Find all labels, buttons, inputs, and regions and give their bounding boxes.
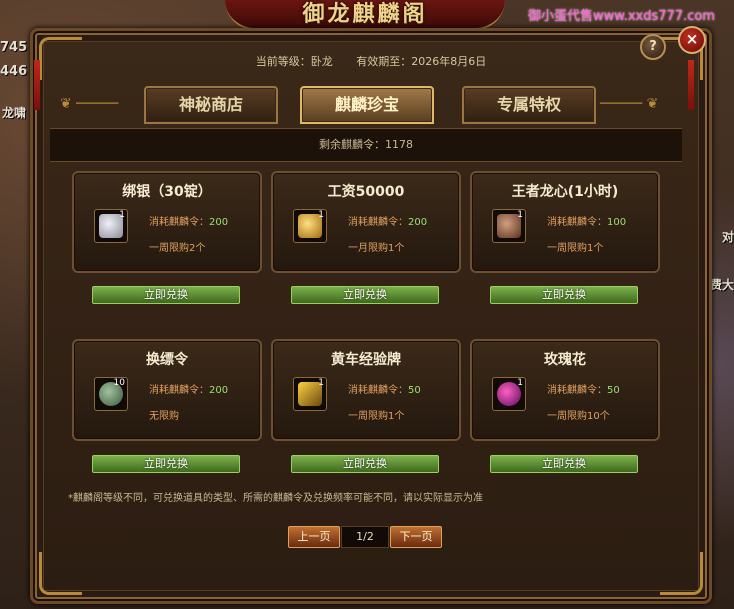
bg-number-2: 446 — [0, 64, 28, 79]
item-limit: 一周限购10个 — [547, 411, 610, 422]
item-slot[interactable]: 1 — [293, 209, 327, 243]
exchange-button[interactable]: 立即兑换 — [490, 455, 638, 473]
cost-value: 200 — [209, 217, 229, 228]
item-cost: 消耗麒麟令：100 — [547, 213, 626, 228]
next-page-button[interactable]: 下一页 — [390, 526, 442, 548]
window-title: 御龙麒麟阁 — [302, 1, 428, 27]
item-limit: 一周限购1个 — [547, 243, 604, 254]
cost-label: 消耗麒麟令： — [348, 217, 408, 228]
item-slot[interactable]: 1 — [94, 209, 128, 243]
item-name: 黄车经验牌 — [331, 352, 401, 368]
item-card: 王者龙心(1小时) 1 消耗麒麟令：100 一周限购1个 — [470, 171, 660, 273]
help-button[interactable]: ? — [640, 34, 666, 60]
bg-number-1: 745 — [0, 40, 28, 55]
corner-ornament — [39, 552, 82, 595]
item-name: 玫瑰花 — [544, 352, 586, 368]
cost-label: 消耗麒麟令： — [547, 217, 607, 228]
bg-right-label-2: 费大 — [710, 278, 734, 292]
cost-value: 50 — [408, 385, 421, 396]
exchange-notice: *麒麟阁等级不同，可兑换道具的类型、所需的麒麟令及兑换频率可能不同，请以实际显示… — [68, 493, 483, 504]
item-cost: 消耗麒麟令：50 — [547, 381, 620, 396]
cost-label: 消耗麒麟令： — [149, 385, 209, 396]
current-level: 当前等级：卧龙 — [255, 55, 333, 68]
item-slot[interactable]: 1 — [492, 377, 526, 411]
item-slot[interactable]: 10 — [94, 377, 128, 411]
item-slot[interactable]: 1 — [293, 377, 327, 411]
cost-label: 消耗麒麟令： — [547, 385, 607, 396]
item-card: 换缥令 10 消耗麒麟令：200 无限购 — [72, 339, 262, 441]
tab-bar: 神秘商店 麒麟珍宝 专属特权 — [0, 86, 734, 124]
expiry-date: 有效期至：2026年8月6日 — [356, 55, 487, 68]
cost-value: 200 — [209, 385, 229, 396]
exchange-button[interactable]: 立即兑换 — [291, 286, 439, 304]
item-count: 10 — [113, 378, 125, 388]
exchange-button[interactable]: 立即兑换 — [92, 286, 240, 304]
cost-label: 消耗麒麟令： — [149, 217, 209, 228]
cost-value: 50 — [607, 385, 620, 396]
item-cost: 消耗麒麟令：200 — [348, 213, 427, 228]
item-card: 黄车经验牌 1 消耗麒麟令：50 一周限购1个 — [271, 339, 461, 441]
item-count: 1 — [517, 210, 523, 220]
item-cost: 消耗麒麟令：200 — [149, 213, 228, 228]
tab-mystery-shop[interactable]: 神秘商店 — [144, 86, 278, 124]
title-banner: 御龙麒麟阁 — [225, 0, 505, 30]
level-info: 当前等级：卧龙 有效期至：2026年8月6日 — [33, 53, 709, 69]
corner-ornament — [660, 552, 703, 595]
item-cost: 消耗麒麟令：200 — [149, 381, 228, 396]
item-limit: 一月限购1个 — [348, 243, 405, 254]
item-limit: 一周限购1个 — [348, 411, 405, 422]
item-name: 换缥令 — [146, 352, 188, 368]
exchange-button[interactable]: 立即兑换 — [92, 455, 240, 473]
item-cost: 消耗麒麟令：50 — [348, 381, 421, 396]
item-name: 绑银（30锭） — [122, 184, 212, 200]
cost-value: 100 — [607, 217, 627, 228]
exchange-button[interactable]: 立即兑换 — [490, 286, 638, 304]
item-count: 1 — [318, 210, 324, 220]
item-card: 绑银（30锭） 1 消耗麒麟令：200 一周限购2个 — [72, 171, 262, 273]
item-limit: 一周限购2个 — [149, 243, 206, 254]
close-button[interactable]: × — [678, 26, 706, 54]
tab-exclusive-privilege[interactable]: 专属特权 — [462, 86, 596, 124]
item-count: 1 — [318, 378, 324, 388]
prev-page-button[interactable]: 上一页 — [288, 526, 340, 548]
item-slot[interactable]: 1 — [492, 209, 526, 243]
remaining-tokens: 剩余麒麟令：1178 — [50, 128, 682, 162]
item-card: 玫瑰花 1 消耗麒麟令：50 一周限购10个 — [470, 339, 660, 441]
item-name: 工资50000 — [327, 184, 405, 200]
item-card: 工资50000 1 消耗麒麟令：200 一月限购1个 — [271, 171, 461, 273]
item-name: 王者龙心(1小时) — [511, 184, 619, 200]
page-indicator: 1/2 — [341, 526, 389, 548]
item-count: 1 — [517, 378, 523, 388]
cost-value: 200 — [408, 217, 428, 228]
cost-label: 消耗麒麟令： — [348, 385, 408, 396]
watermark: 御小蛋代售www.xxds777.com — [528, 9, 715, 24]
tab-qilin-treasure[interactable]: 麒麟珍宝 — [300, 86, 434, 124]
bg-right-label-1: 对 — [722, 230, 734, 244]
item-limit: 无限购 — [149, 411, 179, 422]
exchange-button[interactable]: 立即兑换 — [291, 455, 439, 473]
item-count: 1 — [119, 210, 125, 220]
